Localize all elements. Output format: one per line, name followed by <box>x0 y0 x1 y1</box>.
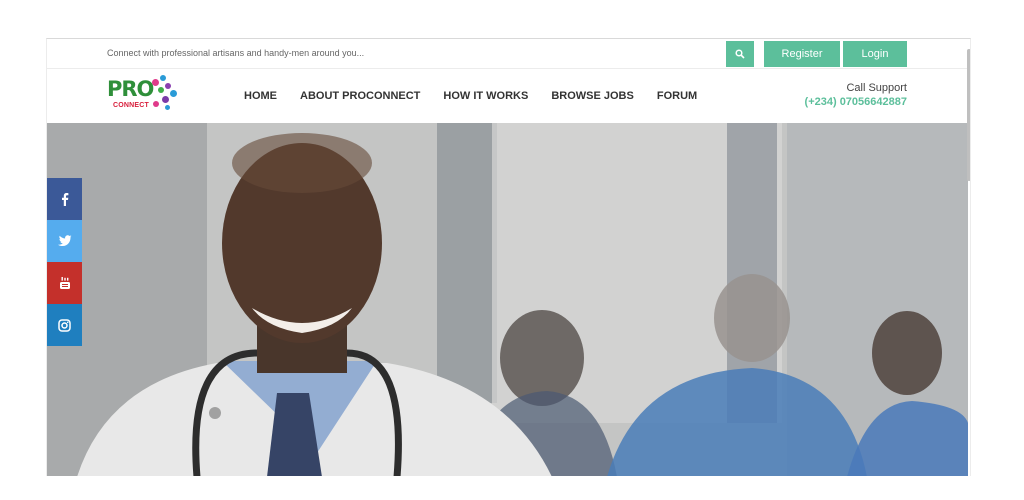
logo-dot <box>170 90 177 97</box>
nav-home[interactable]: HOME <box>244 90 277 102</box>
search-icon <box>735 49 745 59</box>
nav-browse-jobs[interactable]: BROWSE JOBS <box>551 90 634 102</box>
logo-dot <box>160 75 166 81</box>
login-button[interactable]: Login <box>843 41 907 67</box>
youtube-button[interactable] <box>47 262 82 304</box>
twitter-icon <box>57 235 71 246</box>
instagram-icon <box>58 318 71 332</box>
nav-links: HOME ABOUT PROCONNECT HOW IT WORKS BROWS… <box>244 69 720 123</box>
main-navbar: PRO CONNECT HOME ABOUT PROCONNECT HOW IT… <box>47 69 970 123</box>
call-support: Call Support (+234) 07056642887 <box>805 81 907 109</box>
support-label: Call Support <box>846 82 907 94</box>
top-bar: Register Login <box>47 39 970 69</box>
logo-dot <box>165 105 170 110</box>
page-scrollbar[interactable] <box>967 49 970 181</box>
support-phone[interactable]: (+234) 07056642887 <box>805 95 907 109</box>
hero-image <box>47 123 968 476</box>
facebook-icon <box>61 193 68 206</box>
facebook-button[interactable] <box>47 178 82 220</box>
proconnect-logo[interactable]: PRO CONNECT <box>107 75 187 117</box>
search-input[interactable] <box>107 41 707 65</box>
logo-dot <box>158 87 164 93</box>
logo-dot <box>153 101 159 107</box>
logo-dot <box>152 79 159 86</box>
search-button[interactable] <box>726 41 754 67</box>
nav-how-it-works[interactable]: HOW IT WORKS <box>443 90 528 102</box>
logo-text: PRO <box>107 77 154 101</box>
hero-banner <box>47 123 968 476</box>
page-frame: Register Login PRO CONNECT HOME ABOUT PR… <box>46 38 971 476</box>
twitter-button[interactable] <box>47 220 82 262</box>
nav-forum[interactable]: FORUM <box>657 90 697 102</box>
youtube-icon <box>59 277 70 289</box>
nav-about[interactable]: ABOUT PROCONNECT <box>300 90 420 102</box>
logo-dot <box>165 83 171 89</box>
social-sidebar <box>47 178 82 346</box>
register-button[interactable]: Register <box>764 41 840 67</box>
logo-dot <box>162 96 169 103</box>
instagram-button[interactable] <box>47 304 82 346</box>
logo-subtext: CONNECT <box>113 102 150 109</box>
